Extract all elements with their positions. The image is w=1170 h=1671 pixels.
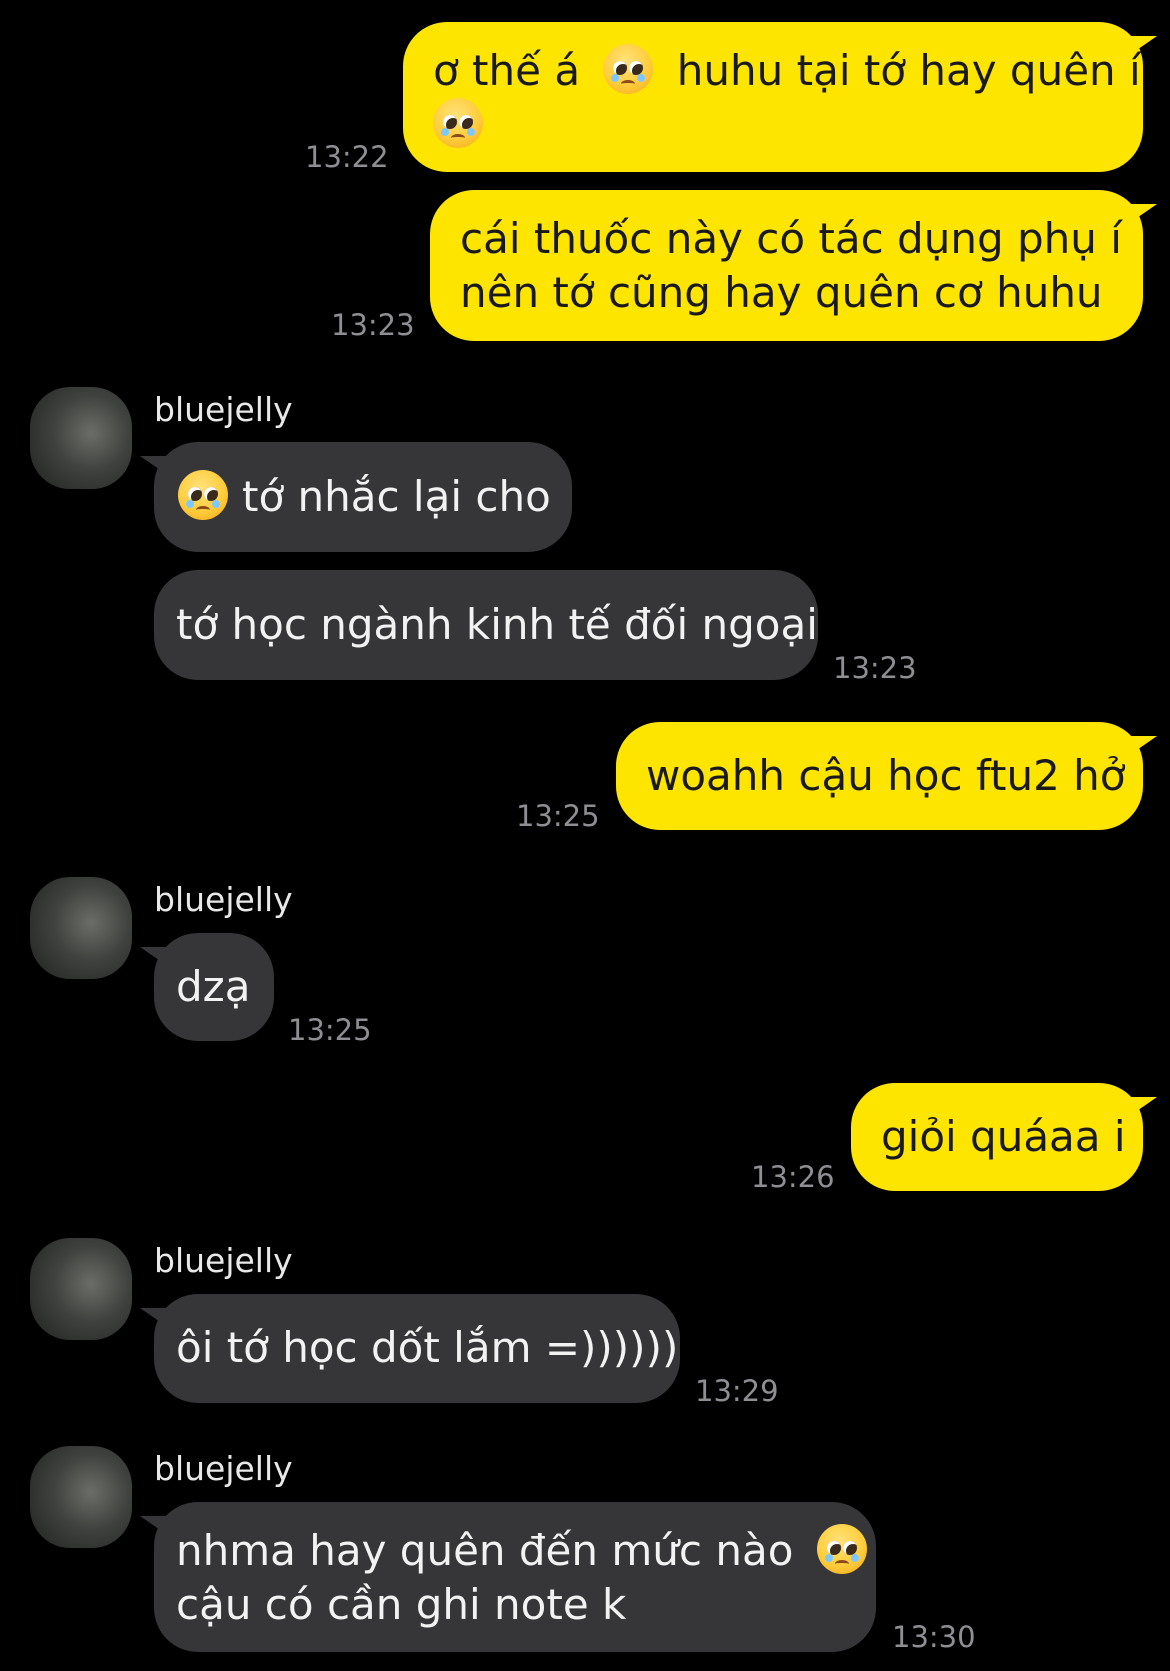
outgoing-message-bubble[interactable]: ơ thế á huhu tại tớ hay quên í bbox=[403, 22, 1157, 172]
message-line bbox=[433, 98, 1113, 152]
message-timestamp: 13:22 bbox=[305, 140, 389, 174]
incoming-message-bubble[interactable]: dzạ bbox=[140, 933, 274, 1041]
message-timestamp: 13:25 bbox=[288, 1013, 372, 1047]
message-text: ôi tớ học dốt lắm =)))))) bbox=[176, 1323, 679, 1372]
message-text: tớ nhắc lại cho bbox=[242, 472, 551, 521]
message-timestamp: 13:25 bbox=[516, 799, 600, 833]
contact-avatar[interactable] bbox=[30, 1446, 132, 1548]
pleading-face-emoji-icon bbox=[603, 44, 654, 94]
message-line: ơ thế á huhu tại tớ hay quên í bbox=[433, 44, 1141, 98]
message-text: cái thuốc này có tác dụng phụ í bbox=[460, 214, 1122, 263]
message-text: nhma hay quên đến mức nào bbox=[176, 1526, 794, 1575]
message-text: woahh cậu học ftu2 hở bbox=[646, 751, 1126, 800]
message-text: ơ thế á bbox=[433, 46, 581, 95]
pleading-face-emoji-icon bbox=[816, 1524, 867, 1574]
contact-name: bluejelly bbox=[154, 880, 293, 919]
contact-avatar[interactable] bbox=[30, 1238, 132, 1340]
message-text: huhu tại tớ hay quên í bbox=[676, 46, 1141, 95]
contact-name: bluejelly bbox=[154, 1449, 293, 1488]
contact-avatar[interactable] bbox=[30, 387, 132, 489]
outgoing-message-bubble[interactable]: giỏi quáaa i bbox=[851, 1083, 1157, 1191]
incoming-message-bubble[interactable]: tớ học ngành kinh tế đối ngoại bbox=[154, 570, 818, 680]
contact-avatar[interactable] bbox=[30, 877, 132, 979]
pleading-face-emoji-icon bbox=[433, 98, 483, 148]
incoming-message-bubble[interactable]: nhma hay quên đến mức nào cậu có cần ghi… bbox=[140, 1502, 876, 1652]
outgoing-message-bubble[interactable]: woahh cậu học ftu2 hở bbox=[616, 722, 1157, 830]
message-text: cậu có cần ghi note k bbox=[176, 1580, 627, 1629]
message-text: dzạ bbox=[176, 962, 251, 1011]
incoming-message-bubble[interactable]: tớ nhắc lại cho bbox=[140, 442, 572, 552]
message-timestamp: 13:30 bbox=[892, 1620, 976, 1654]
message-text: tớ học ngành kinh tế đối ngoại bbox=[176, 600, 818, 649]
contact-name: bluejelly bbox=[154, 390, 293, 429]
message-timestamp: 13:23 bbox=[331, 308, 415, 342]
message-text: nên tớ cũng hay quên cơ huhu bbox=[460, 268, 1103, 317]
message-text: giỏi quáaa i bbox=[881, 1112, 1126, 1161]
message-timestamp: 13:26 bbox=[751, 1160, 835, 1194]
outgoing-message-bubble[interactable]: cái thuốc này có tác dụng phụ í nên tớ c… bbox=[430, 190, 1157, 341]
message-timestamp: 13:23 bbox=[833, 651, 917, 685]
pleading-face-emoji-icon bbox=[178, 470, 228, 520]
message-timestamp: 13:29 bbox=[695, 1374, 779, 1408]
incoming-message-bubble[interactable]: ôi tớ học dốt lắm =)))))) bbox=[140, 1294, 680, 1403]
contact-name: bluejelly bbox=[154, 1241, 293, 1280]
message-line: nhma hay quên đến mức nào bbox=[176, 1524, 867, 1578]
